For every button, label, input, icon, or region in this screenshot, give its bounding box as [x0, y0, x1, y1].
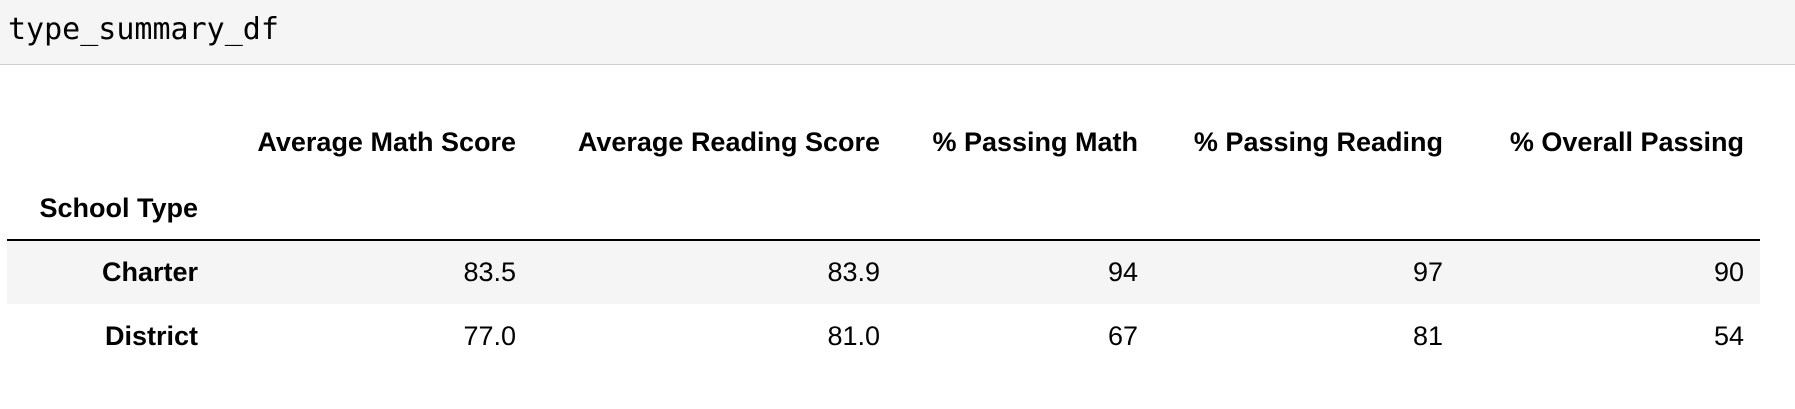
- table-cell: 83.5: [463, 257, 516, 287]
- empty-header-cell: [532, 178, 896, 240]
- corner-header-cell: [7, 108, 214, 178]
- column-header: % Overall Passing: [1509, 126, 1744, 157]
- row-index-label: Charter: [101, 257, 198, 287]
- row-index-label: District: [104, 320, 198, 351]
- column-header-row: Average Math Score Average Reading Score…: [7, 108, 1760, 178]
- table-row: Charter 83.5 83.9 94 97 90: [7, 240, 1760, 304]
- column-header: % Passing Math: [932, 126, 1138, 157]
- column-header: Average Reading Score: [577, 126, 880, 157]
- code-text: type_summary_df: [8, 12, 279, 47]
- table-cell: 81.0: [827, 320, 880, 351]
- table-cell: 83.9: [827, 257, 880, 287]
- empty-header-cell: [896, 178, 1154, 240]
- empty-header-cell: [1154, 178, 1459, 240]
- empty-header-cell: [1459, 178, 1760, 240]
- empty-header-cell: [214, 178, 532, 240]
- column-header: % Passing Reading: [1193, 126, 1443, 157]
- code-input-cell[interactable]: type_summary_df: [0, 0, 1795, 65]
- dataframe-table: Average Math Score Average Reading Score…: [7, 108, 1760, 368]
- table-cell: 97: [1412, 257, 1443, 287]
- table-cell: 67: [1107, 320, 1138, 351]
- column-header: Average Math Score: [257, 126, 516, 157]
- index-name-header: School Type: [39, 193, 198, 223]
- output-area: Average Math Score Average Reading Score…: [7, 108, 1760, 368]
- table-cell: 81: [1412, 320, 1443, 351]
- index-name-row: School Type: [7, 178, 1760, 240]
- table-cell: 77.0: [463, 320, 516, 351]
- table-cell: 90: [1713, 257, 1744, 287]
- table-row: District 77.0 81.0 67 81 54: [7, 304, 1760, 368]
- table-cell: 94: [1107, 257, 1138, 287]
- table-cell: 54: [1713, 320, 1744, 351]
